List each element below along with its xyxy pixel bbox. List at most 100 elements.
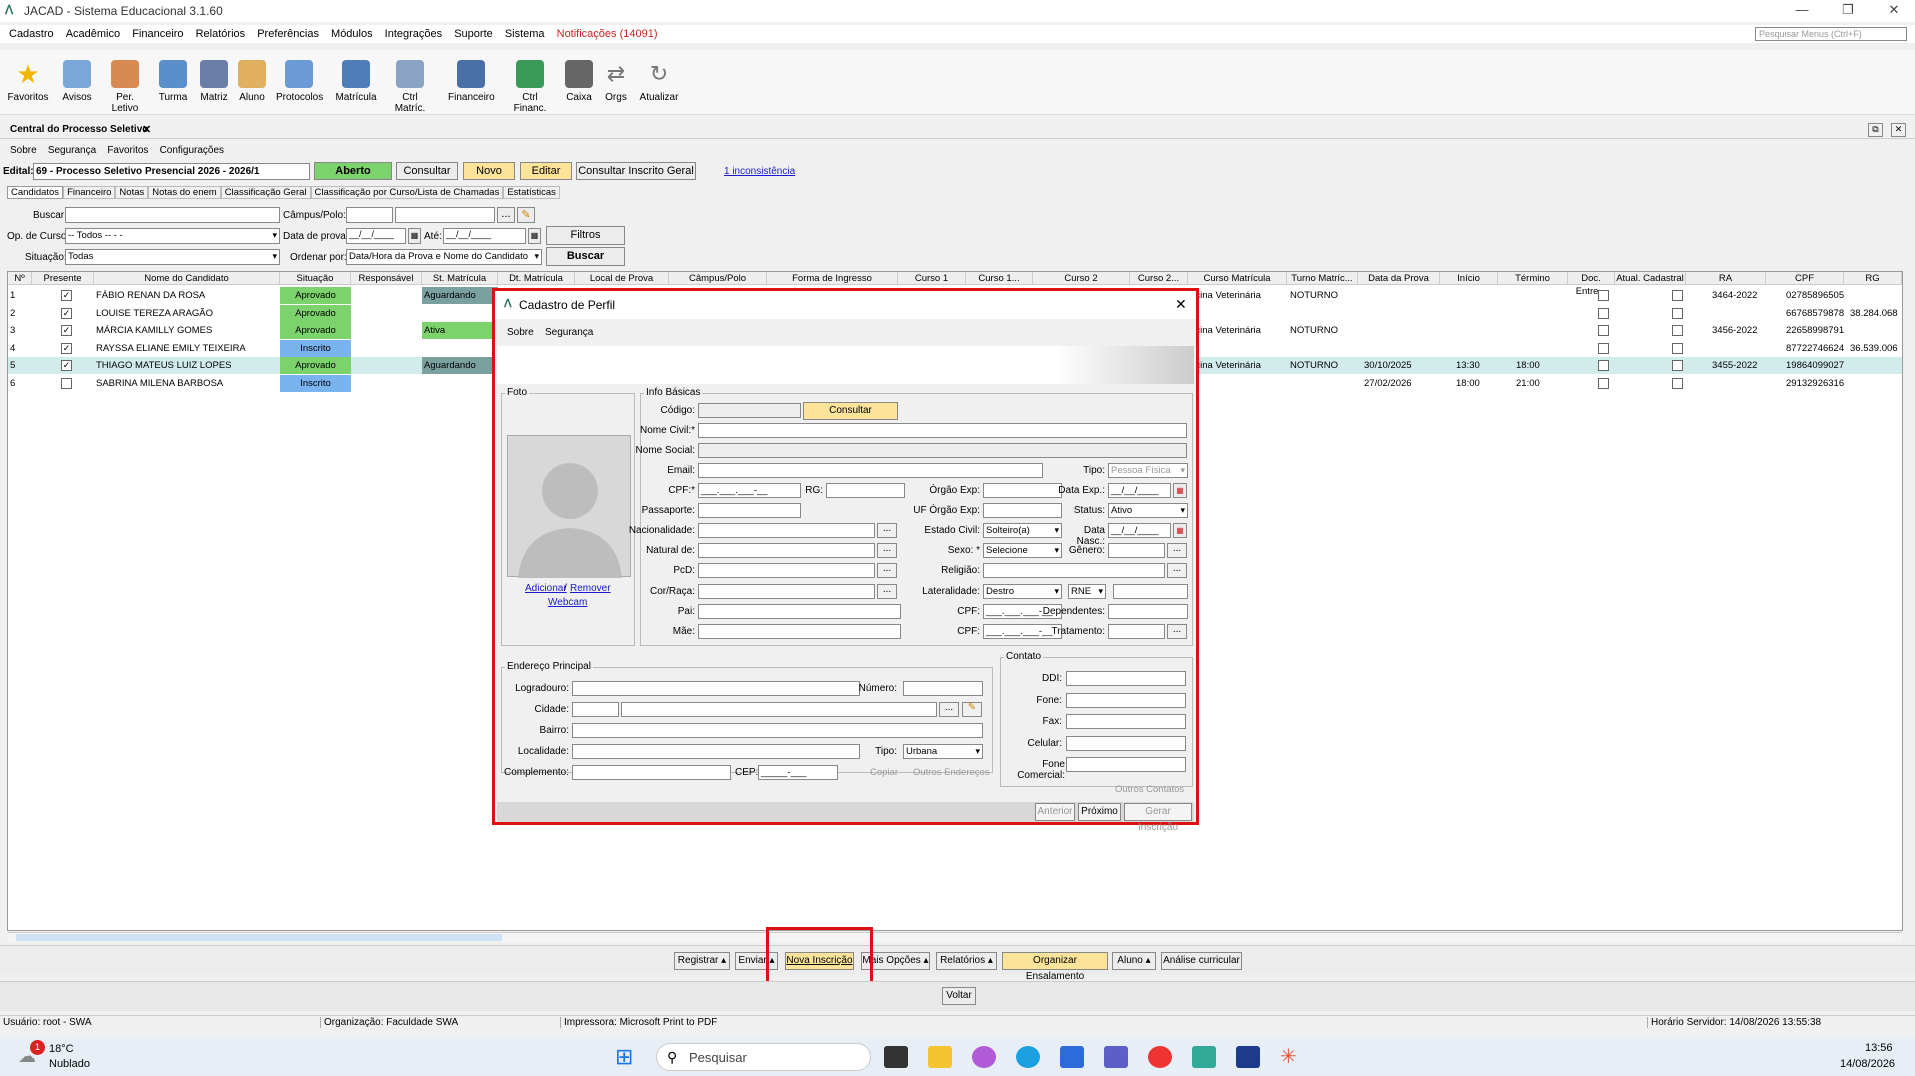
teams-icon[interactable] xyxy=(1104,1046,1128,1068)
column-header[interactable]: Doc. Entre... xyxy=(1568,272,1615,297)
column-header[interactable]: Presente xyxy=(32,272,94,285)
consultar-inscrito-button[interactable]: Consultar Inscrito Geral xyxy=(576,162,696,180)
store-icon[interactable] xyxy=(1060,1046,1084,1068)
app-di-icon[interactable] xyxy=(1236,1046,1260,1068)
calendar-icon-nasc[interactable]: ▦ xyxy=(1173,523,1187,538)
consultar-button[interactable]: Consultar xyxy=(396,162,458,180)
passaporte-input[interactable] xyxy=(698,503,801,518)
submenu-sobre[interactable]: Sobre xyxy=(10,145,37,156)
tab-central-processo-seletivo[interactable]: Central do Processo Seletivo xyxy=(10,124,148,135)
submenu-configuracoes[interactable]: Configurações xyxy=(160,145,224,156)
column-header[interactable]: Câmpus/Polo xyxy=(669,272,767,285)
edital-field[interactable]: 69 - Processo Seletivo Presencial 2026 -… xyxy=(33,163,310,180)
row-checkbox[interactable] xyxy=(1598,377,1609,389)
pcd-input[interactable] xyxy=(698,563,875,578)
popout-icon[interactable]: ⧉ xyxy=(1868,123,1883,137)
status-select[interactable]: Ativo xyxy=(1108,503,1188,518)
tratamento-input[interactable] xyxy=(1108,624,1165,639)
tool-aluno[interactable]: Aluno xyxy=(229,60,275,103)
uf-orgao-input[interactable] xyxy=(983,503,1062,518)
menu-modulos[interactable]: Módulos xyxy=(331,25,373,43)
column-header[interactable]: Nome do Candidato xyxy=(94,272,280,285)
situacao-select[interactable]: Todas xyxy=(65,249,280,265)
campus-code-input[interactable] xyxy=(346,207,393,223)
menu-sistema[interactable]: Sistema xyxy=(505,25,545,43)
natural-input[interactable] xyxy=(698,543,875,558)
adicionar-link[interactable]: Adicionar xyxy=(525,583,567,594)
analise-curricular-button[interactable]: Análise curricular xyxy=(1161,952,1242,970)
column-header[interactable]: Local de Prova xyxy=(575,272,669,285)
gerar-inscricao-button[interactable]: Gerar Inscrição xyxy=(1124,803,1192,833)
orgao-exp-input[interactable] xyxy=(983,483,1062,498)
inconsistencia-link[interactable]: 1 inconsistência xyxy=(724,166,795,177)
presente-checkbox[interactable] xyxy=(61,377,72,389)
tratamento-browse[interactable]: ... xyxy=(1167,624,1187,639)
campus-browse-button[interactable]: ... xyxy=(497,207,515,223)
taskview-icon[interactable] xyxy=(884,1046,908,1068)
tool-per-letivo[interactable]: Per. Letivo xyxy=(102,60,148,114)
edge-icon[interactable] xyxy=(1016,1046,1040,1068)
cor-raca-browse[interactable]: ... xyxy=(877,584,897,599)
minimize-icon[interactable]: — xyxy=(1788,2,1816,17)
presente-checkbox[interactable]: ✓ xyxy=(61,360,72,371)
fone-input[interactable] xyxy=(1066,693,1186,708)
religiao-browse[interactable]: ... xyxy=(1167,563,1187,578)
tipo-endereco-select[interactable]: Urbana xyxy=(903,744,983,759)
copilot-icon[interactable] xyxy=(972,1046,996,1068)
row-checkbox[interactable] xyxy=(1672,377,1683,389)
close-icon[interactable]: ✕ xyxy=(1880,2,1908,18)
genero-browse[interactable]: ... xyxy=(1167,543,1187,558)
presente-checkbox[interactable]: ✓ xyxy=(61,290,72,301)
horizontal-scrollbar[interactable] xyxy=(8,932,1902,942)
submenu-seguranca[interactable]: Segurança xyxy=(48,145,96,156)
nacionalidade-browse[interactable]: ... xyxy=(877,523,897,538)
column-header[interactable]: Data da Prova xyxy=(1358,272,1440,285)
anterior-button[interactable]: Anterior xyxy=(1035,803,1075,821)
copiar-button[interactable]: Copiar xyxy=(870,767,898,778)
tool-protocolos[interactable]: Protocolos xyxy=(276,60,323,103)
tab-notas-enem[interactable]: Notas do enem xyxy=(148,186,221,199)
tool-atualizar[interactable]: ↻ Atualizar xyxy=(636,60,682,103)
scrollbar-thumb[interactable] xyxy=(16,934,502,941)
column-header[interactable]: Início xyxy=(1440,272,1498,285)
column-header[interactable]: Término xyxy=(1498,272,1568,285)
cidade-pencil-icon[interactable]: ✎ xyxy=(962,702,982,717)
close-window-icon[interactable]: ✕ xyxy=(1891,123,1906,137)
calendar-icon[interactable]: ▦ xyxy=(408,228,421,244)
dialog-close-icon[interactable]: ✕ xyxy=(1175,296,1187,313)
novo-button[interactable]: Novo xyxy=(463,162,515,180)
logradouro-input[interactable] xyxy=(572,681,860,696)
calendar-icon-exp[interactable]: ▦ xyxy=(1173,483,1187,498)
tab-notas[interactable]: Notas xyxy=(115,186,149,199)
row-checkbox[interactable] xyxy=(1598,360,1609,371)
claude-icon[interactable]: ✳ xyxy=(1280,1046,1304,1068)
codigo-input[interactable] xyxy=(698,403,801,418)
ddi-input[interactable] xyxy=(1066,671,1186,686)
chrome-icon[interactable] xyxy=(1148,1046,1172,1068)
rne-input[interactable] xyxy=(1113,584,1188,599)
column-header[interactable]: Responsável xyxy=(351,272,422,285)
complemento-input[interactable] xyxy=(572,765,731,780)
tool-ctrl-matric[interactable]: Ctrl Matríc. xyxy=(387,60,433,114)
outros-enderecos-button[interactable]: Outros Endereços xyxy=(913,767,990,778)
menu-preferencias[interactable]: Preferências xyxy=(257,25,319,43)
row-checkbox[interactable] xyxy=(1672,290,1683,301)
buscar-input[interactable] xyxy=(65,207,280,223)
tool-orgs[interactable]: ⇄ Orgs xyxy=(593,60,639,103)
dependentes-input[interactable] xyxy=(1108,604,1188,619)
pai-input[interactable] xyxy=(698,604,901,619)
natural-browse[interactable]: ... xyxy=(877,543,897,558)
presente-checkbox[interactable]: ✓ xyxy=(61,325,72,336)
webcam-link[interactable]: Webcam xyxy=(548,597,587,608)
cor-raca-input[interactable] xyxy=(698,584,875,599)
campus-name-input[interactable] xyxy=(395,207,495,223)
data-nasc-input[interactable]: __/__/____ xyxy=(1108,523,1171,538)
column-header[interactable]: Curso 2... xyxy=(1130,272,1188,285)
column-header[interactable]: Nº xyxy=(8,272,32,285)
email-input[interactable] xyxy=(698,463,1043,478)
row-checkbox[interactable] xyxy=(1598,307,1609,319)
voltar-button[interactable]: Voltar xyxy=(942,987,976,1005)
cidade-browse[interactable]: ... xyxy=(939,702,959,717)
tool-favoritos[interactable]: ★ Favoritos xyxy=(5,60,51,103)
op-curso-select[interactable]: -- Todos -- - - xyxy=(65,228,280,244)
